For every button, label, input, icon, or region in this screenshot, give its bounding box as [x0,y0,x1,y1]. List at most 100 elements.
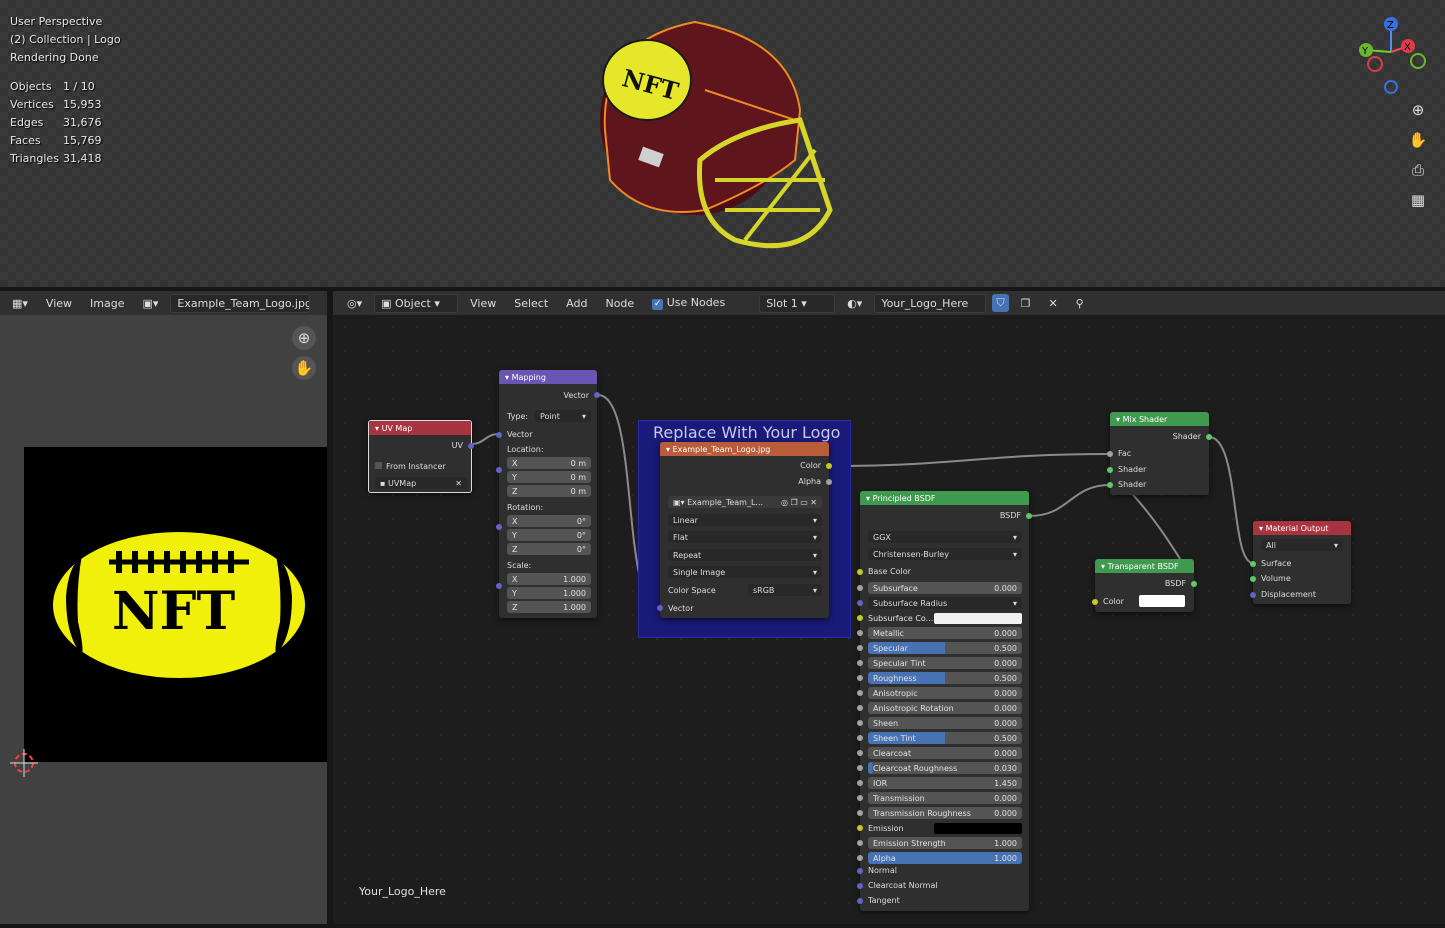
transparent-bsdf-node[interactable]: ▾ Transparent BSDF BSDF Color [1092,559,1197,612]
bsdf-input-socket[interactable] [857,750,863,756]
bsdf-input-socket[interactable] [857,795,863,801]
projection-dropdown[interactable]: Flat ▾ [668,531,822,543]
pan-hand-icon[interactable]: ✋ [292,356,316,380]
menu-node[interactable]: Node [599,295,640,312]
navigation-gizmo[interactable]: Z X Y [1353,14,1429,96]
image-texture-node-header[interactable]: ▾ Example_Team_Logo.jpg [660,442,829,456]
bsdf-field[interactable]: Alpha 1.000 [868,852,1022,864]
image-datablock-field[interactable]: ▣▾ Example_Team_L... ◎ ❐ ▭ ✕ [668,496,822,508]
transparent-bsdf-header[interactable]: ▾ Transparent BSDF [1095,559,1194,573]
zoom-icon[interactable]: ⊕ [292,326,316,350]
fac-socket[interactable] [1107,451,1113,457]
bsdf-field[interactable]: Sheen 0.000 [868,717,1022,729]
bsdf-input-socket[interactable] [857,660,863,666]
extension-dropdown[interactable]: Repeat ▾ [668,549,822,561]
bsdf-input-socket[interactable] [857,780,863,786]
camera-icon[interactable]: ⎙ [1406,158,1430,182]
mapping-scl-field[interactable]: X 1.000 [507,573,591,585]
type-dropdown[interactable]: Point ▾ [535,410,591,422]
vector-output-socket[interactable] [594,392,600,398]
bsdf-input-socket[interactable] [857,720,863,726]
bsdf-input-socket[interactable] [857,705,863,711]
mapping-rot-field[interactable]: Z 0° [507,543,591,555]
bsdf-input-socket[interactable] [857,645,863,651]
grid-perspective-icon[interactable]: ▦ [1406,188,1430,212]
bsdf-input-socket[interactable] [857,690,863,696]
mapping-scl-field[interactable]: Y 1.000 [507,587,591,599]
shader1-socket[interactable] [1107,467,1113,473]
bsdf-field[interactable]: Roughness 0.500 [868,672,1022,684]
duplicate-material-icon[interactable]: ❐ [1015,295,1037,312]
bsdf-field[interactable]: Anisotropic 0.000 [868,687,1022,699]
image-browse-icon[interactable]: ▣▾ [136,295,164,312]
shader2-socket[interactable] [1107,482,1113,488]
image-canvas[interactable]: NFT [24,447,327,762]
principled-bsdf-header[interactable]: ▾ Principled BSDF [860,491,1029,505]
bsdf-input-socket[interactable] [857,735,863,741]
clearcoat-normal-socket[interactable] [857,883,863,889]
unlink-material-icon[interactable]: ✕ [1042,295,1063,312]
uv-output-socket[interactable] [468,443,474,449]
mix-shader-node[interactable]: ▾ Mix Shader Shader Fac Shader Shader [1107,412,1212,495]
material-name-field[interactable]: Your_Logo_Here [874,293,987,313]
bsdf-output-socket[interactable] [1026,513,1032,519]
uv-map-node-header[interactable]: ▾ UV Map [369,421,471,435]
target-dropdown[interactable]: All ▾ [1261,539,1343,551]
material-output-header[interactable]: ▾ Material Output [1253,521,1351,535]
bsdf-field[interactable]: Specular 0.500 [868,642,1022,654]
mix-shader-header[interactable]: ▾ Mix Shader [1110,412,1209,426]
bsdf-field[interactable]: Subsurface Radius ▾ [868,597,1022,609]
editor-type-icon[interactable]: ▦▾ [6,295,34,312]
bsdf-field[interactable]: Transmission Roughness 0.000 [868,807,1022,819]
distribution-dropdown[interactable]: GGX ▾ [868,531,1022,543]
bsdf-field[interactable]: IOR 1.450 [868,777,1022,789]
menu-add[interactable]: Add [560,295,593,312]
image-texture-node[interactable]: ▾ Example_Team_Logo.jpg Color Alpha ▣▾ E… [657,442,832,618]
bsdf-field[interactable]: Emission Strength 1.000 [868,837,1022,849]
mapping-scl-field[interactable]: Z 1.000 [507,601,591,613]
volume-socket[interactable] [1250,576,1256,582]
rotation-socket[interactable] [496,524,502,530]
bsdf-field[interactable]: Sheen Tint 0.500 [868,732,1022,744]
mapping-rot-field[interactable]: X 0° [507,515,591,527]
color-space-dropdown[interactable]: sRGB ▾ [748,584,822,596]
object-mode-dropdown[interactable]: ▣ Object ▾ [374,293,459,313]
bsdf-input-socket[interactable] [857,615,863,621]
menu-view[interactable]: View [40,295,78,312]
principled-bsdf-node[interactable]: ▾ Principled BSDF BSDF GGX ▾ Christensen-… [857,491,1032,911]
bsdf-input-socket[interactable] [857,825,863,831]
bsdf-field[interactable]: Emission [868,822,1022,834]
zoom-icon[interactable]: ⊕ [1406,98,1430,122]
mapping-node-header[interactable]: ▾ Mapping [499,370,597,384]
helmet-model[interactable]: NFT [585,10,855,270]
color-output-socket[interactable] [826,463,832,469]
shader-output-socket[interactable] [1206,434,1212,440]
mapping-rot-field[interactable]: Y 0° [507,529,591,541]
fake-user-shield-icon[interactable]: ⛉ [992,294,1009,312]
bsdf-field[interactable]: Anisotropic Rotation 0.000 [868,702,1022,714]
bsdf-input-socket[interactable] [857,765,863,771]
bsdf-input-socket[interactable] [857,585,863,591]
bsdf-field[interactable]: Transmission 0.000 [868,792,1022,804]
menu-select[interactable]: Select [508,295,554,312]
alpha-output-socket[interactable] [826,479,832,485]
base-color-socket[interactable] [857,569,863,575]
image-name-field[interactable]: Example_Team_Logo.jpg [170,293,311,313]
uv-map-node[interactable]: ▾ UV Map UV From Instancer ▪ UVMap ✕ [368,420,474,493]
tangent-socket[interactable] [857,898,863,904]
material-browse-icon[interactable]: ◐▾ [841,295,868,312]
bsdf-field[interactable]: Clearcoat 0.000 [868,747,1022,759]
slot-dropdown[interactable]: Slot 1 ▾ [759,293,836,313]
interpolation-dropdown[interactable]: Linear ▾ [668,514,822,526]
use-nodes-checkbox[interactable]: ✓ Use Nodes [646,294,731,312]
scale-socket[interactable] [496,583,502,589]
mapping-loc-field[interactable]: Z0 m [507,485,591,497]
bsdf-field[interactable]: Clearcoat Roughness 0.030 [868,762,1022,774]
bsdf-field[interactable]: Subsurface Co... [868,612,1022,624]
editor-type-icon[interactable]: ◎▾ [341,295,368,312]
bsdf-field[interactable]: Specular Tint 0.000 [868,657,1022,669]
color-swatch[interactable] [1139,595,1185,607]
bsdf-field[interactable]: Metallic 0.000 [868,627,1022,639]
pin-icon[interactable]: ⚲ [1070,295,1090,312]
uvmap-field[interactable]: ▪ UVMap ✕ [375,477,467,489]
